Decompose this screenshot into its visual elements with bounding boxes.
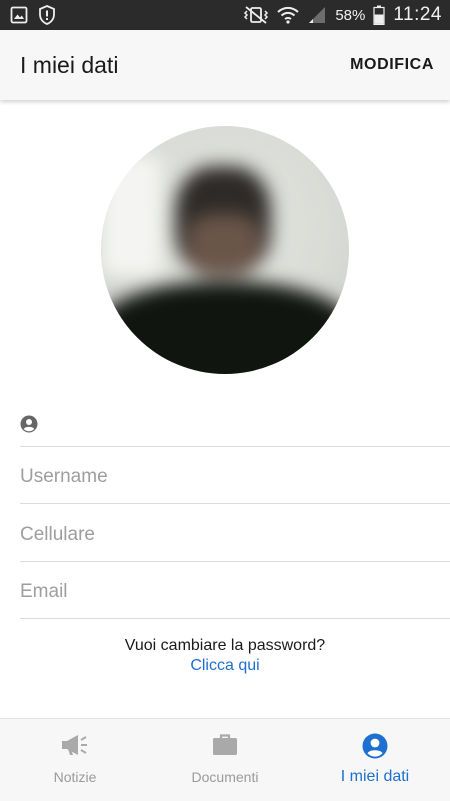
change-password-link[interactable]: Clicca qui [190,657,259,675]
image-icon [10,6,28,24]
vibrate-mute-icon [243,5,269,25]
phone-field-container [20,505,450,562]
nav-label-i-miei-dati: I miei dati [340,768,410,785]
nav-label-notizie: Notizie [53,769,97,785]
shield-alert-icon [38,5,56,25]
change-password-question: Vuoi cambiare la password? [124,637,326,654]
avatar-photo [101,126,349,374]
change-password-block: Vuoi cambiare la password? Clicca qui [0,637,450,675]
battery-percent: 58% [335,6,366,24]
email-field-container [20,562,450,619]
nav-label-documenti: Documenti [191,769,259,785]
account-circle-icon [362,733,388,759]
page-title: I miei dati [20,51,119,78]
status-bar-left [10,5,56,25]
nav-item-notizie[interactable]: Notizie [0,719,150,801]
battery-icon [373,5,385,25]
phone-field[interactable] [20,521,440,549]
briefcase-icon [212,733,238,757]
edit-button[interactable]: MODIFICA [350,50,434,80]
nav-item-i-miei-dati[interactable]: I miei dati [300,719,450,801]
username-field[interactable] [20,463,440,491]
status-bar-right: 58% 11:24 [243,4,442,26]
avatar[interactable] [101,126,349,374]
bottom-navigation: Notizie Documenti I miei dati [0,718,450,801]
clock: 11:24 [393,4,442,25]
wifi-icon [277,5,300,25]
status-bar: 58% 11:24 [0,0,450,30]
account-circle-icon [20,415,38,433]
nav-item-documenti[interactable]: Documenti [150,719,300,801]
email-field[interactable] [20,578,440,606]
username-field-container [20,447,450,504]
cellular-signal-icon [307,5,327,25]
user-info-header [20,412,450,447]
megaphone-icon [61,733,89,757]
app-bar: I miei dati MODIFICA [0,30,450,100]
